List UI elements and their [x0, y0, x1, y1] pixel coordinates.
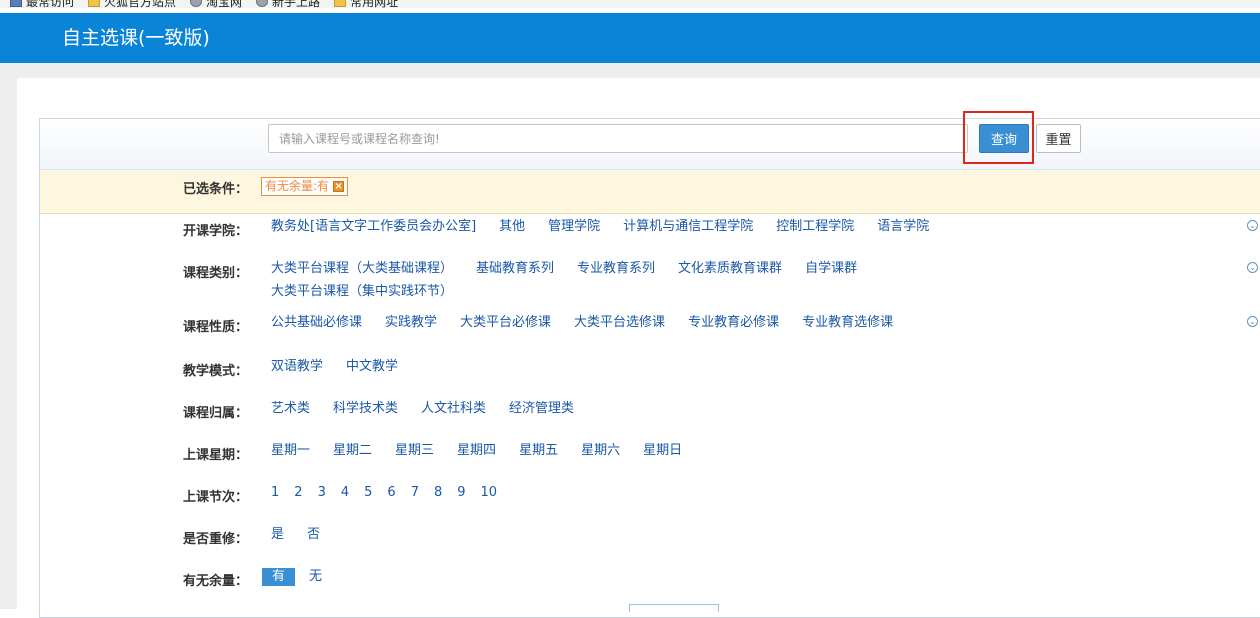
globe-icon — [190, 0, 203, 7]
folder-icon — [88, 0, 101, 7]
filter-option[interactable]: 大类平台必修课 — [460, 314, 551, 332]
bookmark-item[interactable]: 火狐官方站点 — [88, 0, 176, 10]
more-button-edge[interactable] — [629, 604, 719, 612]
filter-option[interactable]: 双语教学 — [271, 358, 323, 376]
filter-option[interactable]: 否 — [307, 526, 320, 544]
filter-option[interactable]: 管理学院 — [548, 218, 600, 236]
selected-conditions-label: 已选条件： — [183, 182, 249, 197]
chevron-down-icon[interactable]: ⌄ — [1247, 220, 1258, 231]
filter-option[interactable]: 星期三 — [395, 442, 434, 460]
filter-option[interactable]: 自学课群 — [805, 260, 857, 278]
bookmark-item[interactable]: 新手上路 — [256, 0, 320, 10]
filter-option[interactable]: 5 — [364, 484, 372, 502]
close-icon[interactable]: × — [333, 181, 345, 192]
filter-options: 教务处[语言文字工作委员会办公室] 其他 管理学院 计算机与通信工程学院 控制工… — [271, 218, 1011, 236]
filter-option[interactable]: 文化素质教育课群 — [678, 260, 782, 278]
filter-label: 课程归属： — [183, 406, 249, 421]
filter-option[interactable]: 人文社科类 — [421, 400, 486, 418]
bookmark-star-icon — [10, 0, 22, 7]
filter-option[interactable]: 语言学院 — [877, 218, 929, 236]
filter-option[interactable]: 控制工程学院 — [776, 218, 854, 236]
bookmark-item[interactable]: 常用网址 — [334, 0, 398, 10]
filter-option[interactable]: 科学技术类 — [333, 400, 398, 418]
bookmark-item[interactable]: 淘宝网 — [190, 0, 242, 10]
search-input[interactable] — [268, 124, 968, 153]
filter-option[interactable]: 3 — [318, 484, 326, 502]
filter-options: 艺术类 科学技术类 人文社科类 经济管理类 — [271, 400, 1011, 418]
filter-option[interactable]: 其他 — [499, 218, 525, 236]
filter-option[interactable]: 7 — [411, 484, 419, 502]
filter-option[interactable]: 星期二 — [333, 442, 372, 460]
filter-option[interactable]: 艺术类 — [271, 400, 310, 418]
globe-icon — [256, 0, 269, 7]
chevron-down-icon[interactable]: ⌄ — [1247, 262, 1258, 273]
filter-option[interactable]: 星期日 — [643, 442, 682, 460]
bookmark-item[interactable]: 最常访问 — [10, 0, 74, 10]
filter-label: 上课星期： — [183, 448, 249, 463]
selected-condition-text: 有无余量:有 — [265, 179, 330, 193]
filter-option[interactable]: 星期四 — [457, 442, 496, 460]
filter-option[interactable]: 专业教育系列 — [577, 260, 655, 278]
filter-option[interactable]: 教务处[语言文字工作委员会办公室] — [271, 218, 476, 236]
bookmarks-bar: 最常访问 火狐官方站点 淘宝网 新手上路 常用网址 — [0, 0, 1260, 10]
filter-label: 教学模式： — [183, 364, 249, 379]
filter-option[interactable]: 经济管理类 — [509, 400, 574, 418]
filter-options: 公共基础必修课 实践教学 大类平台必修课 大类平台选修课 专业教育必修课 专业教… — [271, 314, 1011, 332]
filter-option[interactable]: 是 — [271, 526, 284, 544]
query-button[interactable]: 查询 — [979, 124, 1029, 153]
filter-label: 课程性质： — [183, 320, 249, 335]
filter-option[interactable]: 大类平台课程（大类基础课程） — [271, 260, 453, 278]
chevron-down-icon[interactable]: ⌄ — [1247, 316, 1258, 327]
filter-option[interactable]: 星期六 — [581, 442, 620, 460]
filter-option[interactable]: 大类平台课程（集中实践环节） — [271, 283, 453, 301]
selected-conditions-row: 已选条件： 有无余量:有 × — [40, 170, 1260, 214]
filter-option[interactable]: 星期一 — [271, 442, 310, 460]
filter-option[interactable]: 10 — [481, 484, 498, 502]
filter-options: 双语教学 中文教学 — [271, 358, 1011, 376]
folder-icon — [334, 0, 347, 7]
filter-option[interactable]: 6 — [387, 484, 395, 502]
filter-option[interactable]: 无 — [309, 568, 322, 586]
filter-options: 星期一 星期二 星期三 星期四 星期五 星期六 星期日 — [271, 442, 1011, 460]
filter-option[interactable]: 公共基础必修课 — [271, 314, 362, 332]
filter-option-selected[interactable]: 有 — [262, 568, 296, 586]
filter-panel: 查询 重置 已选条件： 有无余量:有 × 开课学院： 教务处[语言文字工作委员会… — [39, 111, 1260, 618]
filter-option[interactable]: 专业教育必修课 — [688, 314, 779, 332]
filter-option[interactable]: 实践教学 — [385, 314, 437, 332]
filter-label: 上课节次： — [183, 490, 249, 505]
filter-label: 是否重修： — [183, 532, 249, 547]
filter-option[interactable]: 8 — [434, 484, 442, 502]
filter-label: 课程类别： — [183, 266, 249, 281]
filter-option[interactable]: 大类平台选修课 — [574, 314, 665, 332]
filter-option[interactable]: 2 — [294, 484, 302, 502]
filter-option[interactable]: 计算机与通信工程学院 — [623, 218, 753, 236]
filter-option[interactable]: 4 — [341, 484, 349, 502]
filter-option[interactable]: 9 — [457, 484, 465, 502]
reset-button[interactable]: 重置 — [1036, 124, 1081, 153]
filter-option[interactable]: 中文教学 — [346, 358, 398, 376]
filter-option[interactable]: 星期五 — [519, 442, 558, 460]
filter-options: 有 无 — [262, 568, 1011, 586]
filter-options: 是 否 — [271, 526, 1011, 544]
page-title: 自主选课(一致版) — [62, 27, 210, 49]
filter-label: 开课学院： — [183, 224, 249, 239]
filter-option[interactable]: 基础教育系列 — [476, 260, 554, 278]
app-header: 自主选课(一致版) — [0, 13, 1260, 63]
filter-options: 1 2 3 4 5 6 7 8 9 10 — [271, 484, 1011, 502]
filter-options: 大类平台课程（大类基础课程） 基础教育系列 专业教育系列 文化素质教育课群 自学… — [271, 260, 1011, 301]
selected-condition-tag[interactable]: 有无余量:有 × — [261, 177, 349, 196]
filter-label: 有无余量： — [183, 574, 249, 589]
filter-option[interactable]: 专业教育选修课 — [802, 314, 893, 332]
filter-option[interactable]: 1 — [271, 484, 279, 502]
search-row: 查询 重置 — [40, 111, 1260, 170]
